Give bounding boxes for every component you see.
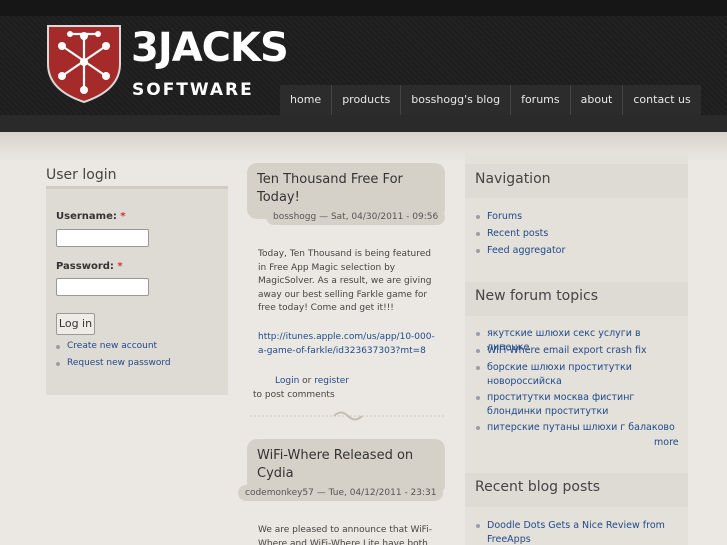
- nav-blog[interactable]: bosshogg's blog: [400, 85, 510, 115]
- post-link-wrap: http://itunes.apple.com/us/app/10-000-a-…: [258, 331, 438, 358]
- nav-about[interactable]: about: [569, 85, 623, 115]
- logo-subtitle[interactable]: SOFTWARE: [132, 80, 254, 100]
- shield-logo-icon[interactable]: [46, 24, 122, 104]
- comment-links: Login or register: [275, 375, 455, 389]
- post-text: Today, Ten Thousand is being featured in…: [258, 249, 432, 313]
- bullet-icon: [476, 349, 480, 353]
- login-button[interactable]: Log in: [56, 313, 95, 335]
- itunes-link[interactable]: http://itunes.apple.com/us/app/10-000-a-…: [258, 332, 435, 356]
- password-field[interactable]: [56, 278, 149, 296]
- bullet-icon: [476, 249, 480, 253]
- username-label-text: Username:: [56, 211, 117, 222]
- nav-contact[interactable]: contact us: [622, 85, 700, 115]
- post-title[interactable]: WiFi-Where Released on Cydia: [257, 447, 435, 483]
- forum-topic-item[interactable]: проститутки москва фистинг блондинки про…: [487, 391, 683, 418]
- or-text: or: [302, 376, 312, 386]
- password-label: Password: *: [56, 261, 123, 272]
- password-label-text: Password:: [56, 261, 114, 272]
- site-header: 3JACKS SOFTWARE home products bosshogg's…: [0, 0, 727, 132]
- comment-tail: to post comments: [253, 390, 335, 400]
- ornament-divider-icon: [250, 411, 446, 421]
- nav-products[interactable]: products: [331, 85, 400, 115]
- nav-home[interactable]: home: [280, 85, 331, 115]
- header-bottom-band: [0, 115, 727, 132]
- post-body: We are pleased to announce that WiFi-Whe…: [258, 525, 432, 545]
- login-form: Username: * Password: * Log in Create ne…: [46, 186, 228, 395]
- sidebar-item-forums[interactable]: Forums: [487, 210, 522, 224]
- register-link[interactable]: register: [314, 376, 349, 386]
- username-label: Username: *: [56, 211, 126, 222]
- required-mark: *: [117, 261, 123, 272]
- forum-topic-item[interactable]: WiFi-Where email export crash fix: [487, 344, 683, 358]
- post-body: Today, Ten Thousand is being featured in…: [258, 248, 438, 316]
- request-password-link[interactable]: Request new password: [67, 358, 171, 368]
- login-link[interactable]: Login: [275, 376, 299, 386]
- bullet-icon: [476, 332, 480, 336]
- post-meta: bosshogg — Sat, 04/30/2011 - 09:56: [266, 209, 446, 225]
- bullet-icon: [56, 362, 60, 366]
- bullet-icon: [476, 215, 480, 219]
- main-nav: home products bosshogg's blog forums abo…: [280, 85, 701, 115]
- forum-topic-item[interactable]: борские шлюхи проститутки новороссийска: [487, 361, 637, 388]
- forum-topic-item[interactable]: питерские путаны шлюхи г балаково: [487, 421, 683, 435]
- sidebar-item-feed-aggregator[interactable]: Feed aggregator: [487, 244, 565, 258]
- username-field[interactable]: [56, 229, 149, 247]
- sidebar-item-recent-posts[interactable]: Recent posts: [487, 227, 548, 241]
- bullet-icon: [476, 396, 480, 400]
- logo-wordmark[interactable]: 3JACKS: [131, 22, 289, 74]
- bullet-icon: [476, 426, 480, 430]
- navigation-block-title: Navigation: [465, 164, 688, 198]
- forum-topics-title: New forum topics: [465, 282, 688, 316]
- bullet-icon: [476, 524, 480, 528]
- top-strip: [0, 0, 727, 16]
- create-account-link[interactable]: Create new account: [67, 341, 157, 351]
- blog-post-item[interactable]: Doodle Dots Gets a Nice Review from Free…: [487, 519, 677, 545]
- nav-forums[interactable]: forums: [510, 85, 570, 115]
- bullet-icon: [56, 345, 60, 349]
- post-title[interactable]: Ten Thousand Free For Today!: [257, 171, 435, 207]
- post-meta: codemonkey57 — Tue, 04/12/2011 - 23:31: [238, 485, 444, 501]
- user-login-title: User login: [46, 167, 117, 183]
- bullet-icon: [476, 232, 480, 236]
- more-link[interactable]: more: [654, 437, 679, 448]
- bullet-icon: [476, 366, 480, 370]
- blog-posts-title: Recent blog posts: [465, 473, 688, 507]
- required-mark: *: [120, 211, 126, 222]
